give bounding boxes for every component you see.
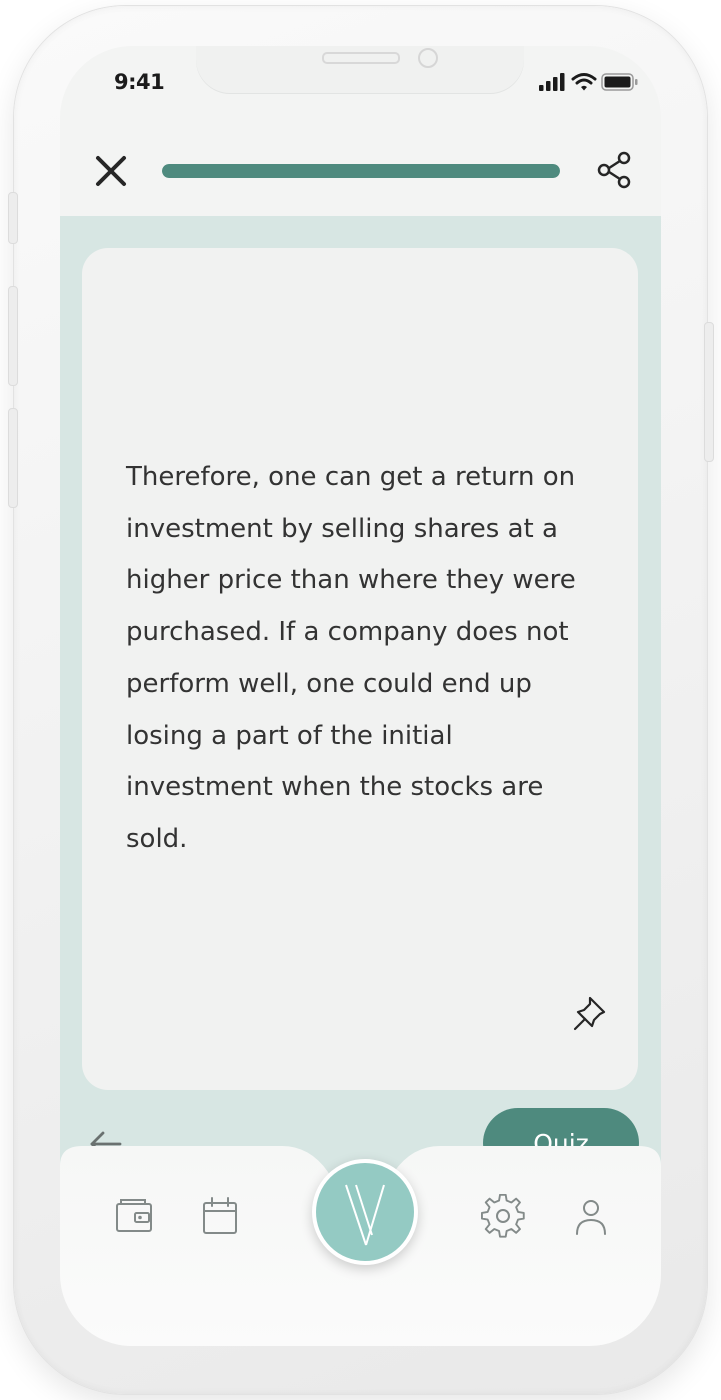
tab-calendar[interactable]: [198, 1194, 244, 1240]
share-icon: [597, 151, 631, 189]
tab-wallet[interactable]: [112, 1194, 158, 1240]
settings-icon: [481, 1193, 525, 1238]
pin-button[interactable]: [570, 992, 612, 1034]
lesson-text: Therefore, one can get a return on inves…: [126, 462, 576, 854]
power-button: [704, 322, 714, 462]
content-area: Therefore, one can get a return on inves…: [60, 216, 661, 1226]
lesson-card: Therefore, one can get a return on inves…: [82, 248, 638, 1090]
battery-icon: [601, 73, 638, 91]
top-bar: [60, 136, 661, 216]
pin-icon: [573, 996, 606, 1031]
phone-screen: 9:41 Therefore, one can get a return on …: [60, 46, 661, 1346]
volume-down-button: [8, 408, 18, 508]
progress-bar: [162, 164, 560, 178]
wallet-icon: [116, 1199, 152, 1232]
front-camera: [418, 48, 438, 68]
app-logo: [345, 1184, 385, 1246]
tab-settings[interactable]: [480, 1193, 526, 1240]
calendar-icon: [203, 1197, 237, 1234]
status-time: 9:41: [114, 70, 165, 94]
tab-profile[interactable]: [568, 1194, 614, 1240]
notch: [196, 46, 524, 94]
app-logo-button[interactable]: [312, 1159, 418, 1265]
volume-up-button: [8, 286, 18, 386]
signal-icon: [539, 73, 565, 91]
share-button[interactable]: [594, 148, 634, 192]
close-button[interactable]: [90, 150, 132, 192]
close-icon: [96, 156, 126, 186]
profile-icon: [576, 1200, 606, 1235]
speaker-grille: [322, 52, 400, 64]
progress-fill: [162, 164, 560, 178]
wifi-icon: [571, 73, 597, 91]
mute-switch: [8, 192, 18, 244]
